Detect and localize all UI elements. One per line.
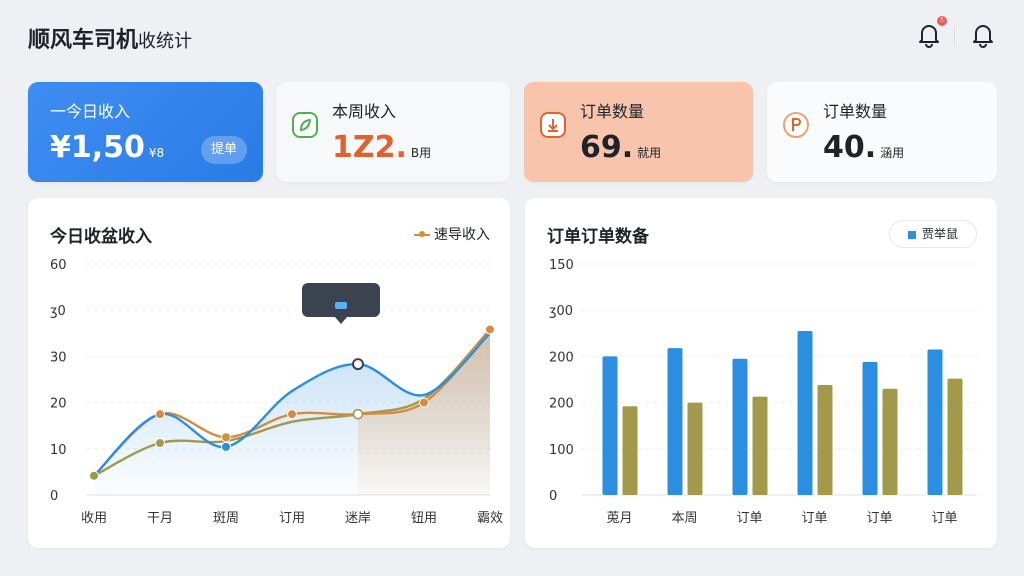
tooltip-box	[302, 283, 380, 317]
series-point	[155, 409, 165, 420]
y-tick-label: 60	[50, 258, 67, 273]
stat-card-label: 一今日收入	[50, 102, 131, 121]
y-tick-label: 20	[50, 397, 67, 412]
line-chart-panel: 今日收盆收入 速导收入 0 10 20 30 ʒ0 60 收用 干月 斑周 订用 迷岸 钮用 霸效	[28, 198, 510, 548]
leaf-icon	[292, 112, 318, 138]
stat-card-label: 订单数量	[823, 102, 888, 121]
bar	[687, 402, 703, 495]
stat-value-unit: 涵用	[880, 146, 905, 160]
stat-card-week-income[interactable]: 本周收入 1Z2. B用	[276, 82, 510, 182]
chart-tooltip	[302, 283, 380, 324]
series-point	[287, 409, 297, 420]
stat-card-value: 69. 就用	[580, 130, 661, 165]
y-tick-label: 150	[549, 258, 574, 273]
parking-icon	[783, 112, 809, 138]
y-tick-label: 10	[50, 443, 67, 458]
x-tick-label: 订用	[279, 511, 305, 526]
stat-card-label: 订单数量	[580, 102, 645, 121]
bar	[602, 356, 618, 495]
bar-chart-panel: 订单订单数备 贾举鼠 0 100 200 200 ʒ00 150 莵月 本周 订单 订单 订单 订单	[525, 198, 997, 548]
bell-icon[interactable]	[970, 22, 996, 48]
x-tick-label: 订单	[736, 511, 762, 526]
x-tick-label: 订单	[931, 511, 957, 526]
stat-value-number: 69.	[580, 130, 634, 165]
bar	[732, 358, 748, 495]
y-tick-label: ʒ0	[50, 304, 66, 319]
tooltip-swatch	[335, 302, 347, 309]
x-tick-label: 订单	[801, 511, 827, 526]
stat-card-value: ¥1,50 ¥8	[50, 130, 164, 165]
series-point	[419, 397, 429, 408]
x-tick-label: 收用	[81, 511, 107, 526]
page-title-sub: 收统计	[138, 31, 193, 52]
stat-card-order-count[interactable]: 订单数量 69. 就用	[524, 82, 753, 182]
y-tick-label: 200	[549, 350, 574, 365]
stat-card-value: 40. 涵用	[823, 130, 904, 165]
stat-value-unit: 就用	[637, 146, 662, 160]
highlight-point-secondary	[352, 408, 364, 420]
y-tick-label: 200	[549, 397, 574, 412]
x-tick-label: 莵月	[606, 511, 632, 526]
y-tick-label: 100	[549, 443, 574, 458]
bar	[947, 378, 963, 495]
y-tick-label: 30	[50, 350, 67, 365]
x-tick-label: 干月	[147, 511, 173, 526]
app-header: 顺风车司机收统计 5	[0, 0, 1024, 70]
page-title-main: 顺风车司机	[28, 28, 139, 53]
y-tick-label: ʒ00	[549, 304, 573, 319]
stat-card-today-income[interactable]: 一今日收入 ¥1,50 ¥8 提单	[28, 82, 263, 182]
header-divider	[954, 26, 955, 46]
x-tick-label: 霸效	[477, 511, 503, 526]
bar	[752, 396, 768, 495]
highlight-point	[352, 358, 364, 371]
bar-chart: 0 100 200 200 ʒ00 150 莵月 本周 订单 订单 订单 订单	[549, 258, 977, 526]
stat-value-number: 1Z2.	[332, 130, 407, 165]
bar	[667, 348, 683, 495]
x-tick-label: 本周	[671, 511, 697, 526]
x-tick-label: 迷岸	[345, 511, 371, 526]
x-tick-label: 斑周	[213, 511, 239, 526]
stat-value-number: ¥1,50	[50, 130, 145, 165]
series-point	[89, 470, 99, 481]
line-chart: 0 10 20 30 ʒ0 60 收用 干月 斑周 订用 迷岸 钮用 霸效	[50, 258, 503, 526]
series-point	[221, 432, 231, 443]
x-tick-label: 钮用	[411, 511, 437, 526]
bar	[817, 385, 833, 495]
stat-value-number: 40.	[823, 130, 877, 165]
bar	[622, 406, 638, 495]
tooltip-pointer	[335, 317, 347, 324]
bar	[882, 388, 898, 495]
card-action-button[interactable]: 提单	[201, 136, 247, 164]
download-icon	[540, 112, 566, 138]
bell-badge-icon[interactable]	[916, 22, 942, 48]
stat-card-value: 1Z2. B用	[332, 130, 431, 165]
notification-badge: 5	[937, 16, 947, 26]
stat-value-unit: ¥8	[148, 146, 165, 160]
stat-card-order-count-2[interactable]: 订单数量 40. 涵用	[767, 82, 997, 182]
bar	[862, 361, 878, 495]
page-title: 顺风车司机收统计	[28, 22, 192, 54]
y-tick-label: 0	[50, 489, 58, 504]
stat-value-unit: B用	[410, 146, 432, 160]
x-tick-label: 订单	[866, 511, 892, 526]
series-point	[221, 441, 231, 452]
stat-card-label: 本周收入	[332, 102, 397, 121]
bar	[797, 330, 813, 495]
y-tick-label: 0	[549, 489, 557, 504]
series-point	[485, 324, 495, 335]
bar	[927, 349, 943, 495]
series-point	[155, 438, 165, 449]
